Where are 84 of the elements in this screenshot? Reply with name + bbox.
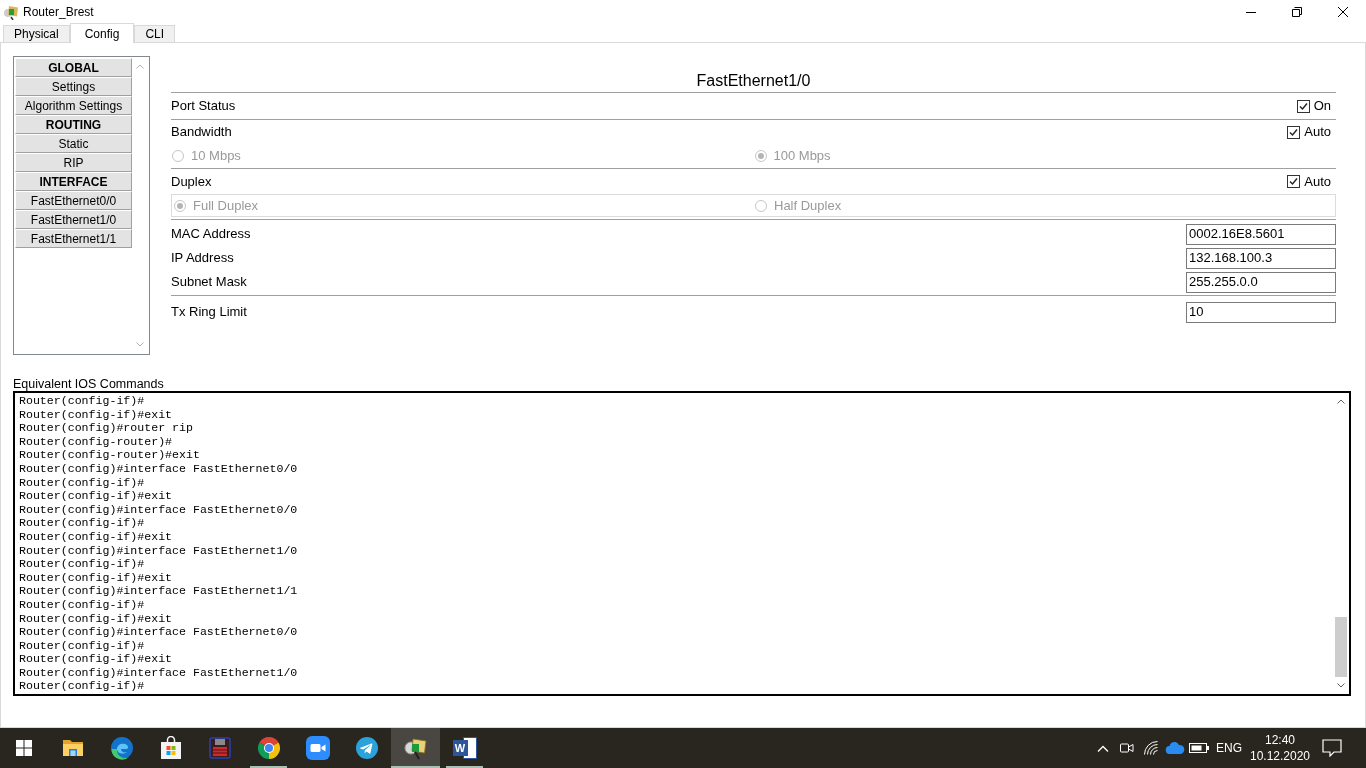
command-line: Router(config)#interface FastEthernet0/0: [19, 461, 298, 476]
battery-icon: [1189, 743, 1209, 753]
windows-logo-icon: [16, 740, 32, 756]
command-line: Router(config)#interface FastEthernet0/0: [19, 625, 298, 639]
scrollbar-thumb[interactable]: [1335, 617, 1347, 677]
command-line: Router(config-router)#: [19, 434, 173, 449]
window-title: Router_Brest: [23, 4, 94, 21]
shopping-bag-icon: [159, 736, 182, 760]
command-line: Router(config-if)#exit: [19, 529, 173, 544]
checkbox[interactable]: [1296, 99, 1310, 113]
video-camera-icon: [1119, 741, 1135, 755]
field-label: MAC Address: [171, 225, 251, 244]
field-label: Duplex: [171, 172, 212, 191]
command-line: Router(config-if)#exit: [19, 652, 173, 666]
cloud-icon: [1165, 742, 1185, 754]
command-line: Router(config-router)#exit: [19, 448, 200, 462]
command-line: Router(config-if)#: [19, 638, 145, 653]
checkbox-label: Auto: [1304, 123, 1331, 142]
command-line: Router(config-if)#: [19, 679, 145, 694]
taskbar-app-button[interactable]: [391, 728, 440, 768]
command-line: Router(config-if)#: [19, 597, 145, 612]
checkbox-label: Auto: [1304, 172, 1331, 191]
text-field[interactable]: 255.255.0.0: [1186, 271, 1336, 293]
command-line: Router(config-if)#: [19, 394, 145, 408]
text-field[interactable]: 10: [1186, 301, 1336, 323]
field-label: Port Status: [171, 97, 236, 116]
close-icon: [1338, 7, 1348, 17]
wifi-icon: [1143, 740, 1159, 756]
command-line: Router(config)#interface FastEthernet0/0: [19, 502, 298, 517]
section-header: INTERFACE: [15, 172, 132, 191]
video-camera-icon: [305, 736, 330, 760]
option-label: Full Duplex: [193, 196, 259, 215]
field-label: Subnet Mask: [171, 273, 247, 292]
option-label: 10 Mbps: [191, 147, 241, 166]
command-line: Router(config-if)#: [19, 516, 145, 530]
app-logo-icon: [3, 4, 19, 20]
checkbox[interactable]: [1287, 175, 1301, 188]
envelope-magnifier-icon: [403, 736, 428, 760]
sidebar-item[interactable]: Algorithm Settings: [15, 96, 132, 115]
taskbar-app-button[interactable]: W: [440, 728, 489, 768]
scroll-down-icon[interactable]: [1337, 683, 1345, 688]
browser-icon: [256, 736, 281, 760]
folder-icon: [61, 739, 84, 757]
sidebar-item[interactable]: FastEthernet0/0: [15, 191, 132, 210]
option-label: Half Duplex: [774, 196, 842, 215]
sidebar-item[interactable]: Settings: [15, 77, 132, 96]
checkbox-label: On: [1313, 97, 1331, 116]
command-line: Router(config)#router rip: [19, 421, 193, 435]
tab[interactable]: CLI: [134, 25, 176, 42]
command-line: Router(config-if)#: [19, 475, 145, 490]
tab[interactable]: Config: [69, 23, 135, 43]
interface-title: FastEthernet1/0: [696, 71, 811, 91]
clock-button[interactable]: 12:40 10.12.2020: [1248, 728, 1312, 768]
section-header: GLOBAL: [15, 58, 132, 77]
sidebar-item[interactable]: FastEthernet1/1: [15, 229, 132, 248]
command-line: Router(config-if)#exit: [19, 407, 173, 422]
checkbox[interactable]: [1287, 125, 1301, 139]
text-field[interactable]: 0002.16E8.5601: [1186, 223, 1336, 245]
command-line: Router(config)#interface FastEthernet1/0: [19, 665, 298, 680]
field-label: Bandwidth: [171, 123, 232, 142]
notification-icon: [1322, 739, 1342, 757]
minimize-icon: [1246, 11, 1256, 13]
command-line: Router(config-if)#exit: [19, 611, 173, 626]
section-header: ROUTING: [15, 115, 132, 134]
section-label: Equivalent IOS Commands: [13, 378, 164, 391]
command-line: Router(config)#interface FastEthernet1/0: [19, 543, 298, 558]
field-label: Tx Ring Limit: [171, 303, 247, 322]
command-line: Router(config-if)#exit: [19, 489, 173, 503]
paper-plane-icon: [354, 736, 379, 760]
language-indicator[interactable]: ENG: [1212, 728, 1246, 768]
sidebar-item[interactable]: FastEthernet1/0: [15, 210, 132, 229]
scroll-up-icon[interactable]: [1337, 399, 1345, 404]
browser-icon: [109, 736, 134, 760]
caret-up-icon: [1097, 744, 1109, 752]
command-line: Router(config-if)#: [19, 557, 145, 571]
text-field[interactable]: 132.168.100.3: [1186, 247, 1336, 269]
option-label: 100 Mbps: [773, 147, 831, 166]
sidebar-item[interactable]: RIP: [15, 153, 132, 172]
restore-icon: [1292, 7, 1302, 17]
sidebar-item[interactable]: Static: [15, 134, 132, 153]
command-line: Router(config)#interface FastEthernet1/1: [19, 584, 298, 598]
command-line: Router(config-if)#exit: [19, 570, 173, 585]
tab[interactable]: Physical: [3, 25, 70, 42]
field-label: IP Address: [171, 249, 234, 268]
